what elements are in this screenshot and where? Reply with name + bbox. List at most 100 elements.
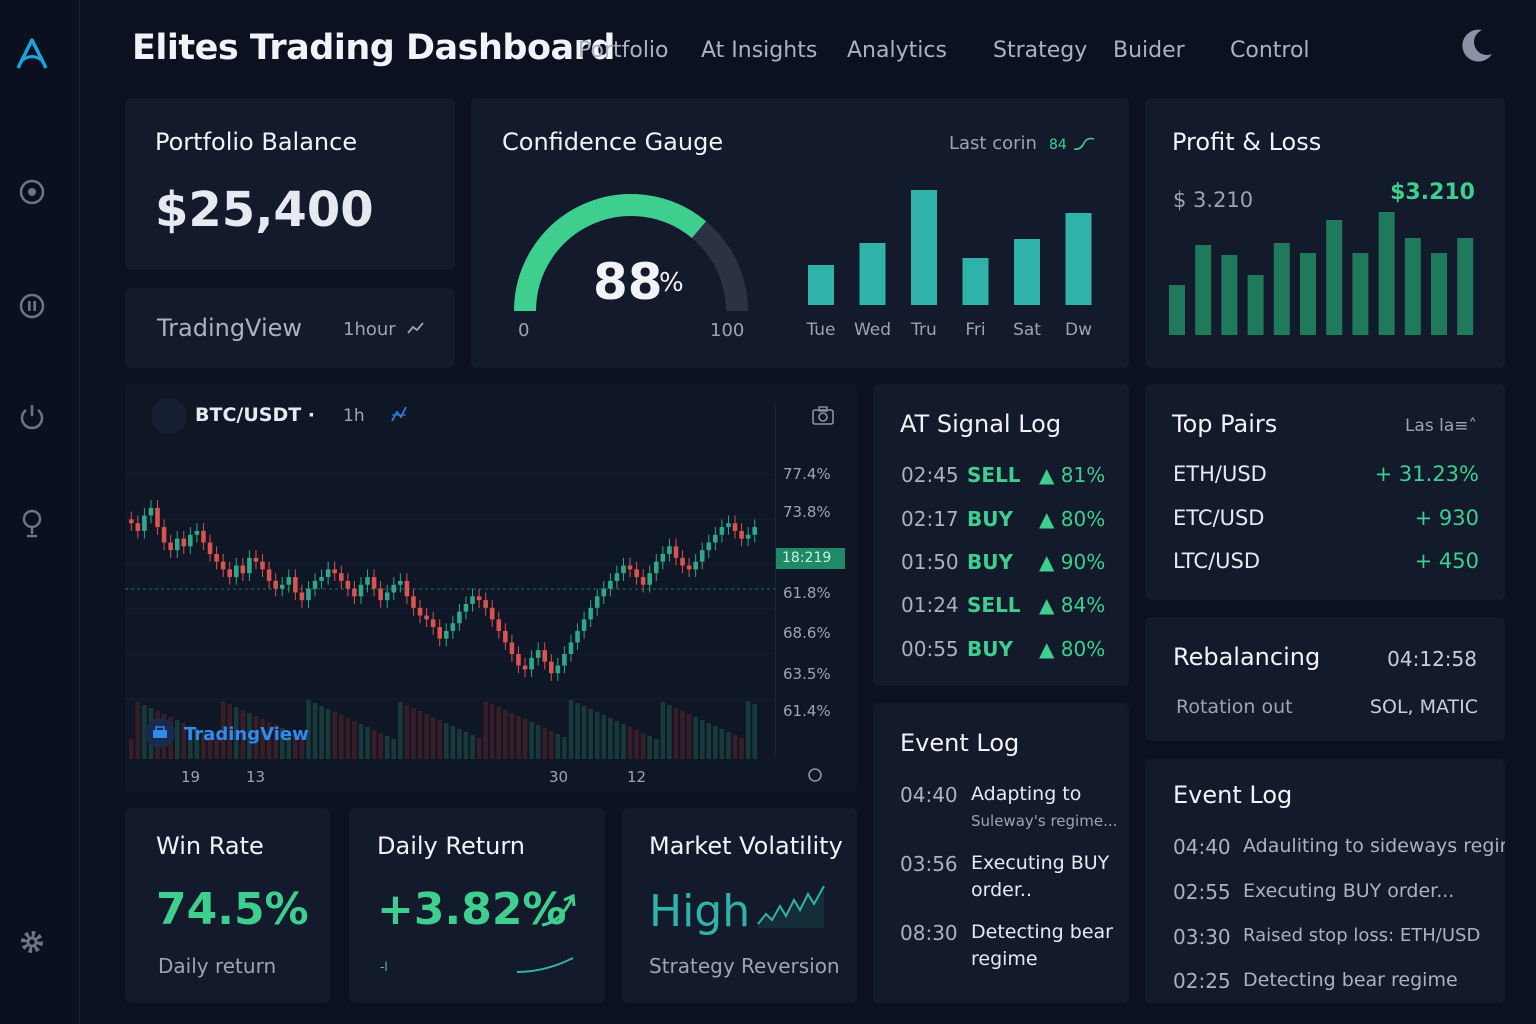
candle <box>312 580 318 589</box>
volatility-sub: Strategy Reversion <box>649 954 840 978</box>
candle <box>444 630 449 639</box>
candle <box>352 588 357 597</box>
gauge-bar <box>808 265 834 305</box>
volume-bar <box>581 706 587 759</box>
lightbulb-icon[interactable] <box>16 508 48 540</box>
top-pairs-title: Top Pairs <box>1172 410 1278 438</box>
candle <box>660 554 666 562</box>
candle <box>398 580 403 585</box>
interval-label[interactable]: 1hour <box>343 319 396 340</box>
signal-type: BUY <box>967 507 1013 531</box>
btc-chart-card[interactable]: BTC/USDT · 1h 77.4% 73.8% 18:219 61.8% 6… <box>125 384 857 792</box>
nav-control[interactable]: Control <box>1230 38 1310 63</box>
candle <box>594 596 600 608</box>
candle <box>378 588 383 601</box>
volume-bar <box>417 711 423 759</box>
gauge-bar-chart <box>808 190 1092 305</box>
win-rate-sub: Daily return <box>158 954 277 978</box>
candle <box>529 657 534 670</box>
tradingview-card[interactable]: TradingView 1hour <box>125 288 455 368</box>
gauge-last-value: 84 <box>1049 137 1067 153</box>
candle <box>608 580 613 589</box>
target-icon[interactable] <box>16 176 48 208</box>
nav-analytics[interactable]: Analytics <box>847 38 947 63</box>
event-time: 03:56 <box>900 852 958 876</box>
candle <box>430 619 436 628</box>
volume-bar <box>739 738 744 759</box>
price-label: 61.4% <box>783 702 831 720</box>
event-subtext: order.. <box>971 879 1032 901</box>
signal-time: 00:55 <box>901 637 959 661</box>
time-label: 30 <box>549 768 569 786</box>
nav-builder[interactable]: Buider <box>1113 38 1185 63</box>
volume-bar <box>345 718 351 759</box>
signal-confidence: ▲ 90% <box>1039 550 1106 574</box>
volume-bar <box>378 733 383 759</box>
dark-mode-moon-icon[interactable] <box>1456 26 1496 70</box>
chart-interval[interactable]: 1h <box>343 406 365 426</box>
settings-small-icon[interactable] <box>807 767 823 787</box>
candle <box>345 580 351 589</box>
rotation-value: SOL, MATIC <box>1369 696 1478 718</box>
volume-bar <box>562 737 567 759</box>
volume-bar <box>174 720 180 759</box>
pause-icon[interactable] <box>16 290 48 322</box>
power-icon[interactable] <box>16 400 48 432</box>
trend-icon <box>407 320 425 340</box>
price-label: 77.4% <box>783 465 831 483</box>
candle <box>188 534 193 547</box>
event-log-card: Event Log 04:40 Adapting to Suleway's re… <box>873 703 1129 1003</box>
camera-icon[interactable] <box>811 406 835 430</box>
pair-label[interactable]: BTC/USDT · <box>195 404 315 426</box>
volume-bar <box>129 739 134 759</box>
candlestick-chart[interactable] <box>125 444 775 759</box>
candle <box>306 588 311 601</box>
price-axis-divider <box>775 404 776 756</box>
candle <box>581 619 587 631</box>
signal-log-card: AT Signal Log 02:45 SELL ▲ 81% 02:17 BUY… <box>873 384 1129 686</box>
gauge-min: 0 <box>518 320 530 341</box>
volume-bar <box>555 734 561 759</box>
time-label: 19 <box>181 768 201 786</box>
candle <box>437 627 442 639</box>
volume-bar <box>437 720 442 759</box>
candle <box>371 577 377 589</box>
signal-confidence: ▲ 84% <box>1039 593 1106 617</box>
candle <box>194 530 200 535</box>
signal-time: 02:45 <box>901 463 959 487</box>
top-pairs-card: Top Pairs Las la≡˄ ETH/USD + 31.23% ETC/… <box>1145 384 1505 600</box>
signal-type: BUY <box>967 637 1013 661</box>
top-pairs-filter[interactable]: Las la≡˄ <box>1405 416 1477 436</box>
volume-bar <box>312 703 318 759</box>
indicators-icon[interactable] <box>389 404 409 428</box>
candle <box>450 623 456 631</box>
gauge-unit: % <box>659 268 684 298</box>
gauge-bar <box>1065 213 1092 305</box>
event-log-right-title: Event Log <box>1173 781 1293 809</box>
nav-portfolio[interactable]: Portfolio <box>578 38 669 63</box>
volume-bar <box>319 706 324 759</box>
candle <box>234 565 239 578</box>
candle <box>358 584 364 597</box>
candle <box>699 550 705 562</box>
volume-bar <box>476 738 482 759</box>
daily-return-card: Daily Return +3.82% -l <box>349 808 605 1003</box>
volume-bar <box>660 702 666 759</box>
volume-bar <box>332 712 337 759</box>
candle <box>201 530 206 543</box>
pair-value: + 930 <box>1414 506 1479 530</box>
gauge-value: 88 <box>593 253 663 311</box>
candle <box>299 592 305 601</box>
time-label: 12 <box>627 768 647 786</box>
gear-icon[interactable] <box>16 926 48 958</box>
signal-confidence: ▲ 80% <box>1039 507 1106 531</box>
candle <box>332 569 337 574</box>
candle <box>693 561 698 570</box>
nav-ai-insights[interactable]: At Insights <box>701 38 817 63</box>
volume-bar <box>732 735 738 759</box>
volume-bar <box>706 723 712 759</box>
nav-strategy[interactable]: Strategy <box>993 38 1087 63</box>
volume-bar <box>640 733 646 759</box>
volume-bar <box>352 721 357 759</box>
logo-icon[interactable] <box>12 34 52 78</box>
